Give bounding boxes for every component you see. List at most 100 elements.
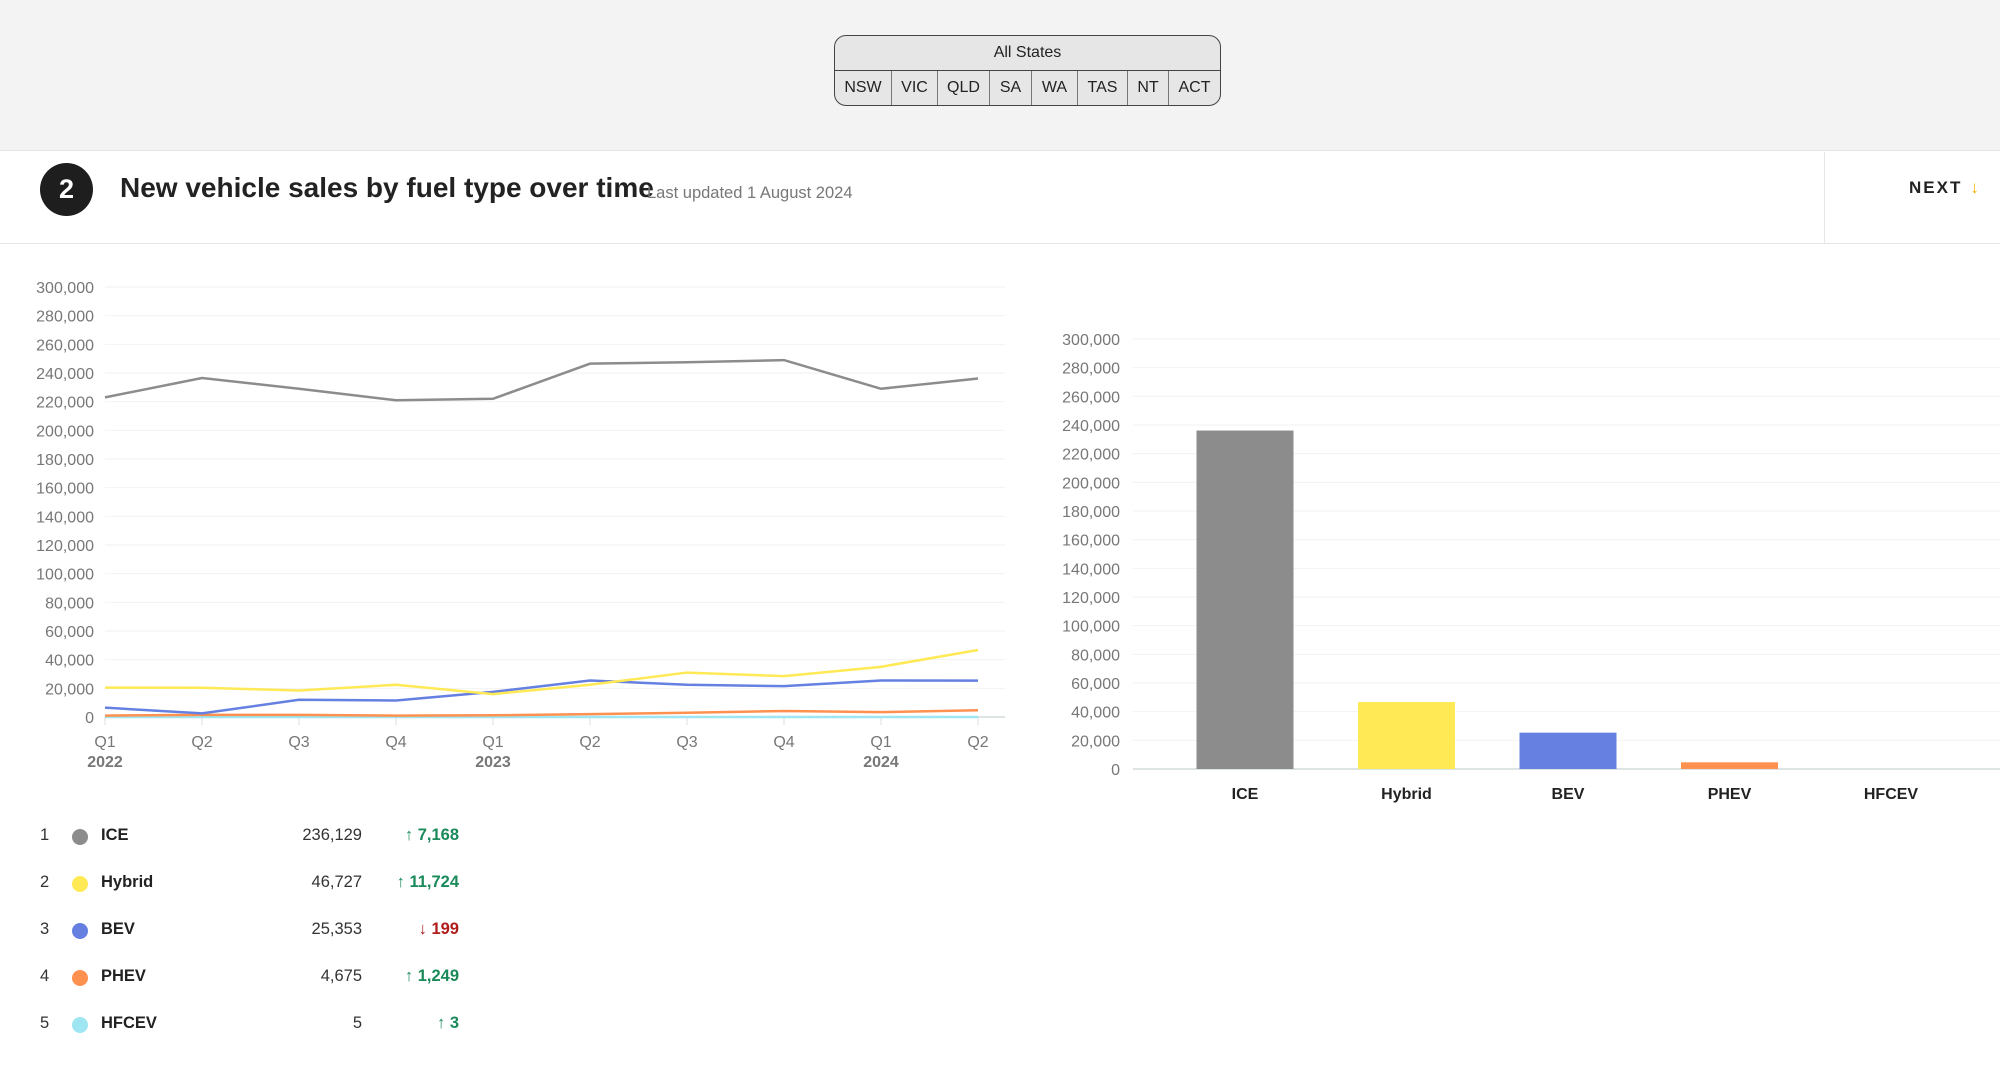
legend-row-bev: 3 BEV 25,353 ↓ 199 <box>0 916 480 946</box>
state-button-act[interactable]: ACT <box>1169 71 1220 105</box>
bar-hybrid <box>1358 702 1455 769</box>
x-category-label: PHEV <box>1708 786 1752 803</box>
hfcev-dot-icon <box>72 1017 88 1033</box>
y-tick-label: 80,000 <box>45 595 94 612</box>
section-header: 2 New vehicle sales by fuel type over ti… <box>0 152 2000 244</box>
legend-change: ↑ 3 <box>436 1014 459 1032</box>
legend-row-hfcev: 5 HFCEV 5 ↑ 3 <box>0 1010 480 1040</box>
legend-value: 4,675 <box>320 967 362 985</box>
x-tick-label: Q2 <box>579 734 600 751</box>
series-line-phev <box>104 709 979 717</box>
x-tick-label: Q3 <box>288 734 309 751</box>
legend-change: ↑ 7,168 <box>404 826 459 844</box>
bev-dot-icon <box>72 923 88 939</box>
x-tick-label: Q3 <box>676 734 697 751</box>
series-line-hybrid <box>104 648 979 696</box>
y-tick-label: 160,000 <box>1062 533 1120 550</box>
next-button[interactable]: NEXT ↓ <box>1909 178 1981 198</box>
state-button-qld[interactable]: QLD <box>938 71 990 105</box>
x-tick-label: Q2 <box>191 734 212 751</box>
x-category-label: ICE <box>1232 786 1259 803</box>
legend-name: PHEV <box>101 967 146 985</box>
y-tick-label: 240,000 <box>36 366 94 383</box>
legend-rank: 5 <box>40 1014 50 1032</box>
arrow-down-icon: ↓ <box>1970 178 1981 197</box>
y-tick-label: 200,000 <box>36 423 94 440</box>
next-label: NEXT <box>1909 178 1963 197</box>
legend-name: HFCEV <box>101 1014 157 1032</box>
ice-dot-icon <box>72 829 88 845</box>
x-tick-label: Q1 <box>482 734 503 751</box>
y-tick-label: 80,000 <box>1071 647 1120 664</box>
y-tick-label: 300,000 <box>1062 332 1120 349</box>
state-selector: All States NSW VIC QLD SA WA TAS NT ACT <box>834 35 1221 106</box>
last-updated: Last updated 1 August 2024 <box>647 184 853 202</box>
x-category-label: HFCEV <box>1864 786 1919 803</box>
legend-name: ICE <box>101 826 129 844</box>
y-tick-label: 220,000 <box>1062 447 1120 464</box>
state-all-button[interactable]: All States <box>835 36 1220 71</box>
legend-row-phev: 4 PHEV 4,675 ↑ 1,249 <box>0 963 480 993</box>
legend-rank: 2 <box>40 873 50 891</box>
y-tick-label: 240,000 <box>1062 418 1120 435</box>
page-title: New vehicle sales by fuel type over time <box>120 172 654 203</box>
y-tick-label: 0 <box>85 710 94 727</box>
legend-change: ↓ 199 <box>418 920 459 938</box>
y-tick-label: 120,000 <box>36 538 94 555</box>
y-tick-label: 100,000 <box>1062 619 1120 636</box>
y-tick-label: 20,000 <box>1071 733 1120 750</box>
bar-chart: 0 20,000 40,000 60,000 80,000 100,000 120,000 1… <box>1062 332 2000 803</box>
y-tick-label: 120,000 <box>1062 590 1120 607</box>
bar-ice <box>1196 430 1294 769</box>
y-tick-label: 0 <box>1111 762 1120 779</box>
legend-change: ↑ 11,724 <box>396 873 459 891</box>
legend-change: ↑ 1,249 <box>404 967 459 985</box>
y-tick-label: 300,000 <box>36 280 94 297</box>
series-line-ice <box>104 358 979 402</box>
x-category-label: Hybrid <box>1381 786 1432 803</box>
header-divider <box>1824 152 1825 244</box>
section-number-badge: 2 <box>40 163 93 216</box>
y-tick-label: 140,000 <box>1062 561 1120 578</box>
state-button-sa[interactable]: SA <box>990 71 1032 105</box>
top-band: All States NSW VIC QLD SA WA TAS NT ACT <box>0 0 2000 151</box>
x-tick-label: Q2 <box>967 734 988 751</box>
year-label: 2024 <box>863 754 899 771</box>
y-tick-label: 160,000 <box>36 481 94 498</box>
state-button-wa[interactable]: WA <box>1032 71 1078 105</box>
y-tick-label: 220,000 <box>36 395 94 412</box>
series-line-bev <box>104 679 979 715</box>
bar-bev <box>1519 732 1617 769</box>
y-tick-label: 280,000 <box>36 309 94 326</box>
y-tick-label: 60,000 <box>45 624 94 641</box>
state-button-nt[interactable]: NT <box>1128 71 1169 105</box>
state-button-vic[interactable]: VIC <box>892 71 938 105</box>
legend-rank: 3 <box>40 920 50 938</box>
bar-phev <box>1681 762 1778 769</box>
y-tick-label: 180,000 <box>36 452 94 469</box>
y-tick-label: 260,000 <box>36 337 94 354</box>
state-buttons-row: NSW VIC QLD SA WA TAS NT ACT <box>835 71 1220 105</box>
y-tick-label: 40,000 <box>1071 705 1120 722</box>
legend-row-hybrid: 2 Hybrid 46,727 ↑ 11,724 <box>0 869 480 899</box>
legend-row-ice: 1 ICE 236,129 ↑ 7,168 <box>0 822 480 852</box>
y-tick-label: 280,000 <box>1062 361 1120 378</box>
legend-value: 236,129 <box>302 826 362 844</box>
state-button-nsw[interactable]: NSW <box>835 71 892 105</box>
state-button-tas[interactable]: TAS <box>1078 71 1128 105</box>
y-tick-label: 180,000 <box>1062 504 1120 521</box>
x-tick-label: Q1 <box>870 734 891 751</box>
x-tick-label: Q4 <box>385 734 406 751</box>
y-tick-label: 200,000 <box>1062 475 1120 492</box>
legend-rank: 1 <box>40 826 50 844</box>
y-tick-label: 20,000 <box>45 681 94 698</box>
phev-dot-icon <box>72 970 88 986</box>
y-tick-label: 40,000 <box>45 653 94 670</box>
y-tick-label: 260,000 <box>1062 389 1120 406</box>
legend-value: 46,727 <box>311 873 362 891</box>
x-category-label: BEV <box>1552 786 1585 803</box>
legend-name: BEV <box>101 920 135 938</box>
y-tick-label: 140,000 <box>36 509 94 526</box>
x-tick-label: Q4 <box>773 734 794 751</box>
x-tick-label: Q1 <box>94 734 115 751</box>
